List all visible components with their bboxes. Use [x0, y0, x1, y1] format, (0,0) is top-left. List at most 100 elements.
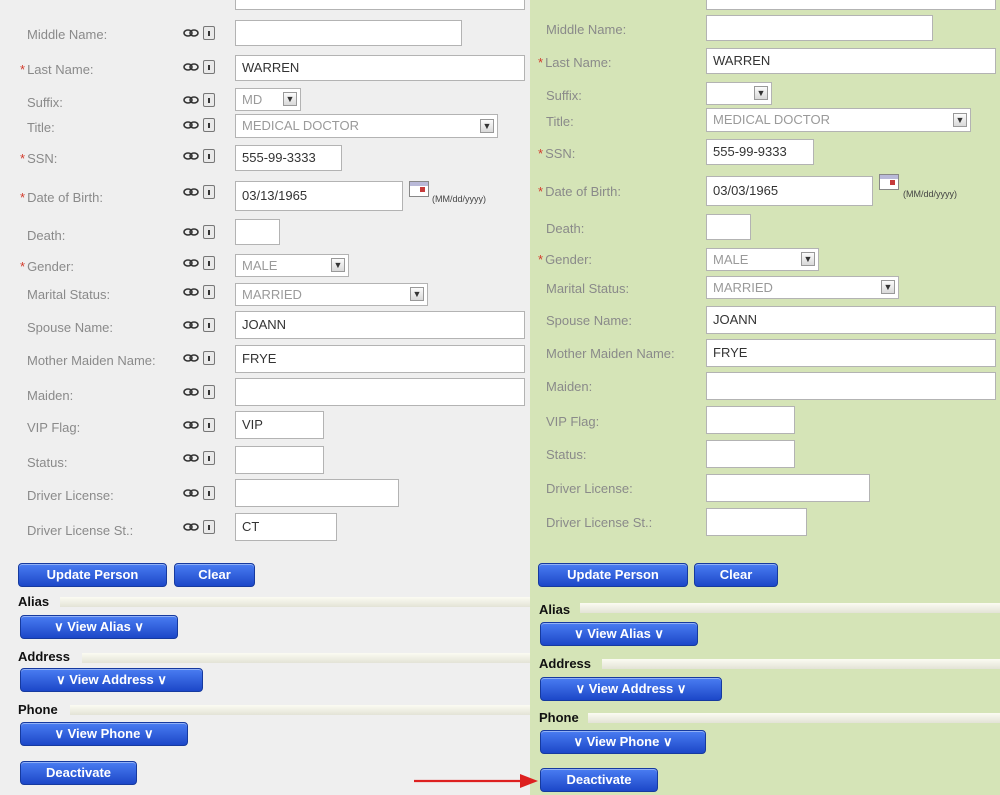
section-divider: [602, 659, 1000, 669]
marital-status-select[interactable]: MARRIED ▼: [235, 283, 428, 306]
deactivate-button[interactable]: Deactivate: [540, 768, 658, 792]
link-icon[interactable]: [183, 388, 199, 396]
death-field[interactable]: [235, 219, 280, 245]
link-icon[interactable]: [183, 454, 199, 462]
calendar-icon[interactable]: [409, 181, 429, 197]
ssn-field[interactable]: 555-99-3333: [235, 145, 342, 171]
first-name-field[interactable]: [235, 0, 525, 10]
death-label: Death:: [27, 228, 66, 243]
lock-icon[interactable]: [203, 185, 215, 199]
view-address-button[interactable]: ∨ View Address ∨: [20, 668, 203, 692]
first-name-field[interactable]: [706, 0, 996, 10]
link-icon[interactable]: [183, 121, 199, 129]
chevron-down-icon: ▼: [881, 280, 895, 294]
lock-icon[interactable]: [203, 26, 215, 40]
phone-section-title: Phone: [539, 710, 579, 725]
maiden-field[interactable]: [706, 372, 996, 400]
update-person-button[interactable]: Update Person: [538, 563, 688, 587]
chevron-down-icon: ▼: [331, 258, 345, 272]
dob-label: * Date of Birth:: [20, 190, 103, 205]
clear-button[interactable]: Clear: [694, 563, 778, 587]
gender-select[interactable]: MALE ▼: [235, 254, 349, 277]
lock-icon[interactable]: [203, 486, 215, 500]
spouse-name-field[interactable]: JOANN: [706, 306, 996, 334]
title-select[interactable]: MEDICAL DOCTOR ▼: [235, 114, 498, 138]
driver-license-state-field[interactable]: [706, 508, 807, 536]
view-address-button[interactable]: ∨ View Address ∨: [540, 677, 722, 701]
gender-value: MALE: [713, 252, 749, 267]
calendar-icon[interactable]: [879, 174, 899, 190]
last-name-label: * Last Name:: [20, 62, 94, 77]
driver-license-field[interactable]: [235, 479, 399, 507]
middle-name-field[interactable]: [706, 15, 933, 41]
spouse-name-field[interactable]: JOANN: [235, 311, 525, 339]
view-phone-button[interactable]: ∨ View Phone ∨: [20, 722, 188, 746]
lock-icon[interactable]: [203, 418, 215, 432]
clear-button[interactable]: Clear: [174, 563, 255, 587]
link-icon[interactable]: [183, 228, 199, 236]
lock-icon[interactable]: [203, 60, 215, 74]
gender-select[interactable]: MALE ▼: [706, 248, 819, 271]
mother-maiden-name-label: Mother Maiden Name:: [27, 353, 156, 368]
link-icon[interactable]: [183, 288, 199, 296]
lock-icon[interactable]: [203, 520, 215, 534]
link-icon[interactable]: [183, 188, 199, 196]
address-section-title: Address: [18, 649, 71, 664]
driver-license-field[interactable]: [706, 474, 870, 502]
lock-icon[interactable]: [203, 149, 215, 163]
alias-section-title: Alias: [18, 594, 50, 609]
marital-status-select[interactable]: MARRIED ▼: [706, 276, 899, 299]
view-alias-button[interactable]: ∨ View Alias ∨: [540, 622, 698, 646]
link-icon[interactable]: [183, 152, 199, 160]
lock-icon[interactable]: [203, 351, 215, 365]
link-icon[interactable]: [183, 523, 199, 531]
status-field[interactable]: [235, 446, 324, 474]
mother-maiden-name-field[interactable]: FRYE: [706, 339, 996, 367]
link-icon[interactable]: [183, 421, 199, 429]
chevron-down-icon: ▼: [801, 252, 815, 266]
middle-name-label: Middle Name:: [27, 27, 108, 42]
chevron-down-icon: ∨: [573, 734, 587, 749]
lock-icon[interactable]: [203, 451, 215, 465]
driver-license-state-field[interactable]: CT: [235, 513, 337, 541]
last-name-field[interactable]: WARREN: [235, 55, 525, 81]
suffix-select[interactable]: ▼: [706, 82, 772, 105]
status-field[interactable]: [706, 440, 795, 468]
link-icon[interactable]: [183, 63, 199, 71]
middle-name-field[interactable]: [235, 20, 462, 46]
lock-icon[interactable]: [203, 285, 215, 299]
suffix-select[interactable]: MD ▼: [235, 88, 301, 111]
death-field[interactable]: [706, 214, 751, 240]
maiden-field[interactable]: [235, 378, 525, 406]
ssn-field[interactable]: 555-99-9333: [706, 139, 814, 165]
view-phone-button[interactable]: ∨ View Phone ∨: [540, 730, 706, 754]
link-icon[interactable]: [183, 321, 199, 329]
link-icon[interactable]: [183, 489, 199, 497]
vip-flag-field[interactable]: VIP: [235, 411, 324, 439]
mother-maiden-name-field[interactable]: FRYE: [235, 345, 525, 373]
chevron-down-icon: ▼: [410, 287, 424, 301]
dob-field[interactable]: 03/03/1965: [706, 176, 873, 206]
chevron-down-icon: ∨: [54, 726, 68, 741]
lock-icon[interactable]: [203, 118, 215, 132]
vip-flag-label: VIP Flag:: [27, 420, 81, 435]
lock-icon[interactable]: [203, 256, 215, 270]
title-select[interactable]: MEDICAL DOCTOR ▼: [706, 108, 971, 132]
chevron-down-icon: ▼: [283, 92, 297, 106]
link-icon[interactable]: [183, 96, 199, 104]
view-alias-button[interactable]: ∨ View Alias ∨: [20, 615, 178, 639]
deactivate-button[interactable]: Deactivate: [20, 761, 137, 785]
chevron-down-icon: ▼: [754, 86, 768, 100]
vip-flag-field[interactable]: [706, 406, 795, 434]
lock-icon[interactable]: [203, 318, 215, 332]
link-icon[interactable]: [183, 29, 199, 37]
link-icon[interactable]: [183, 354, 199, 362]
last-name-field[interactable]: WARREN: [706, 48, 996, 74]
dob-field[interactable]: 03/13/1965: [235, 181, 403, 211]
update-person-button[interactable]: Update Person: [18, 563, 167, 587]
lock-icon[interactable]: [203, 225, 215, 239]
lock-icon[interactable]: [203, 93, 215, 107]
link-icon[interactable]: [183, 259, 199, 267]
chevron-down-icon: ∨: [574, 626, 588, 641]
lock-icon[interactable]: [203, 385, 215, 399]
